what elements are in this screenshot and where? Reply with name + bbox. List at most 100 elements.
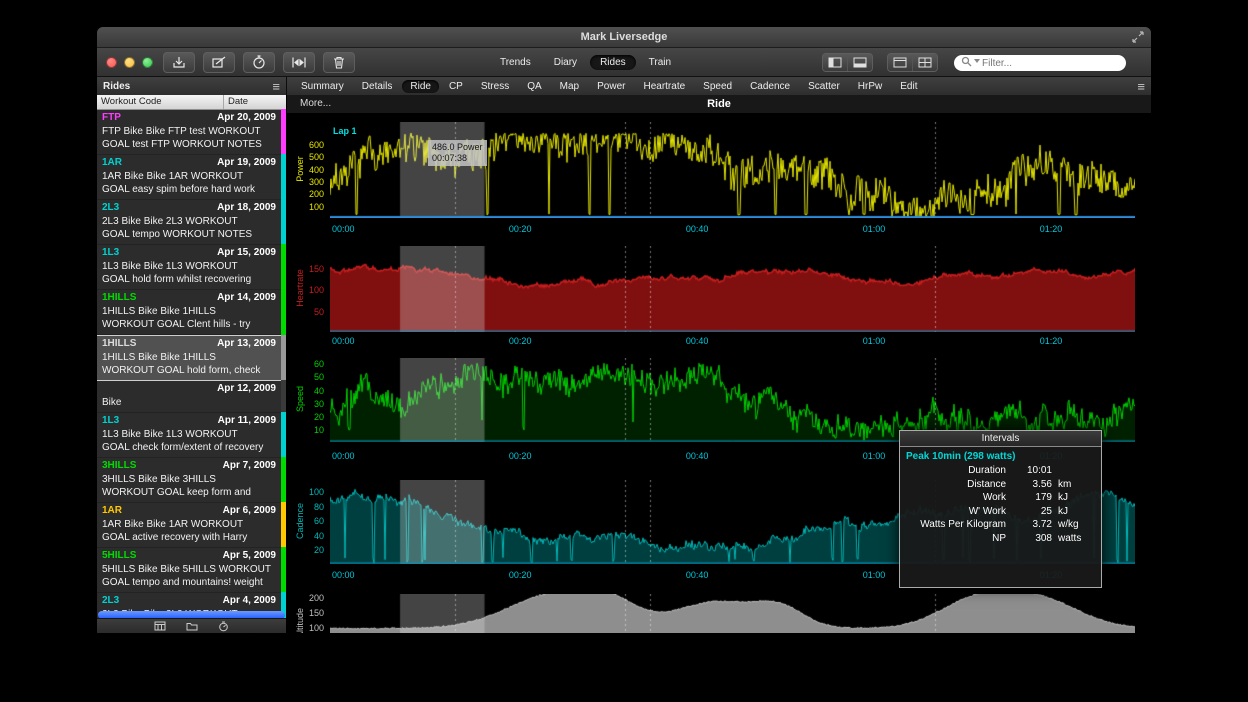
close-button[interactable] xyxy=(106,57,117,68)
chart-title-bar: More... Ride xyxy=(287,95,1151,113)
list-item[interactable]: 1L3Apr 11, 20091L3 Bike Bike 1L3 WORKOUT… xyxy=(97,413,286,458)
ride-tab-summary[interactable]: Summary xyxy=(293,80,352,93)
list-item[interactable]: 1HILLSApr 14, 20091HILLS Bike Bike 1HILL… xyxy=(97,290,286,335)
list-item[interactable]: 3HILLSApr 7, 20093HILLS Bike Bike 3HILLS… xyxy=(97,458,286,503)
ride-description: 1L3 Bike Bike 1L3 WORKOUT xyxy=(102,260,276,273)
list-item[interactable]: 1ARApr 19, 20091AR Bike Bike 1AR WORKOUT… xyxy=(97,155,286,200)
single-view-button[interactable] xyxy=(888,54,912,71)
ride-tab-cp[interactable]: CP xyxy=(441,80,471,93)
ride-tab-map[interactable]: Map xyxy=(552,80,587,93)
calendar-icon[interactable] xyxy=(154,621,166,631)
sidebar-toggle-group xyxy=(822,53,873,72)
column-date[interactable]: Date xyxy=(224,95,286,109)
list-column-header[interactable]: Workout Code Date xyxy=(97,95,286,110)
interval-metric-row: NP308watts xyxy=(900,532,1101,546)
search-icon xyxy=(961,56,972,67)
ride-tab-edit[interactable]: Edit xyxy=(892,80,925,93)
column-workout-code[interactable]: Workout Code xyxy=(97,95,224,109)
ride-tab-stress[interactable]: Stress xyxy=(473,80,517,93)
time-axis-tick: 01:00 xyxy=(863,336,886,346)
tab-train[interactable]: Train xyxy=(639,55,681,70)
ride-date: Apr 6, 2009 xyxy=(223,505,276,518)
ride-tab-power[interactable]: Power xyxy=(589,80,633,93)
altitude-chart[interactable] xyxy=(330,594,1135,633)
ride-color-strip xyxy=(281,199,286,245)
workout-code: 5HILLS xyxy=(102,550,136,563)
more-button[interactable]: More... xyxy=(300,98,331,109)
save-button[interactable] xyxy=(163,52,195,73)
ride-tab-cadence[interactable]: Cadence xyxy=(742,80,798,93)
sidebar-menu-icon[interactable]: ≡ xyxy=(272,81,280,93)
cursor-tooltip: 486.0 Power 00:07:38 xyxy=(428,140,487,166)
ride-date: Apr 7, 2009 xyxy=(223,460,276,473)
workout-code: 2L3 xyxy=(102,202,119,215)
ride-date: Apr 14, 2009 xyxy=(217,292,276,305)
cadence-ytick: 100 xyxy=(291,487,324,497)
intervals-popup[interactable]: Intervals Peak 10min (298 watts) Duratio… xyxy=(899,430,1102,588)
speed-ytick: 10 xyxy=(291,425,324,435)
window-titlebar[interactable]: Mark Liversedge xyxy=(97,27,1151,48)
workout-code: 1AR xyxy=(102,505,122,518)
tab-trends[interactable]: Trends xyxy=(490,55,541,70)
ride-tab-ride[interactable]: Ride xyxy=(402,80,439,93)
time-axis-tick: 00:20 xyxy=(509,336,532,346)
ride-color-strip xyxy=(281,154,286,200)
ride-tab-heartrate[interactable]: Heartrate xyxy=(635,80,693,93)
ride-description: 1HILLS Bike Bike 1HILLS xyxy=(102,305,276,318)
time-axis-tick: 00:20 xyxy=(509,570,532,580)
ride-color-strip xyxy=(281,380,286,413)
interval-metric-row: W' Work25kJ xyxy=(900,505,1101,519)
ride-tab-scatter[interactable]: Scatter xyxy=(800,80,848,93)
delete-button[interactable] xyxy=(323,52,355,73)
ride-tab-hrpw[interactable]: HrPw xyxy=(850,80,890,93)
time-axis-tick: 00:00 xyxy=(332,451,355,461)
altitude-ytick: 150 xyxy=(291,608,324,618)
sidebar-bottom-toolbar xyxy=(97,618,286,633)
speed-ytick: 30 xyxy=(291,399,324,409)
traffic-lights xyxy=(106,57,153,68)
time-axis-tick: 01:20 xyxy=(1040,224,1063,234)
intervals-popup-title[interactable]: Intervals xyxy=(900,431,1101,447)
minimize-button[interactable] xyxy=(124,57,135,68)
list-item[interactable]: 1HILLSApr 13, 20091HILLS Bike Bike 1HILL… xyxy=(97,335,286,381)
intervals-button[interactable] xyxy=(283,52,315,73)
ride-tabs-bar: SummaryDetailsRideCPStressQAMapPowerHear… xyxy=(287,77,1151,96)
ride-description: FTP Bike Bike FTP test WORKOUT xyxy=(102,125,276,138)
stopwatch-button[interactable] xyxy=(243,52,275,73)
power-ytick: 300 xyxy=(291,177,324,187)
toggle-bottom-panel-button[interactable] xyxy=(847,54,872,71)
list-item[interactable]: 5HILLSApr 5, 20095HILLS Bike Bike 5HILLS… xyxy=(97,548,286,593)
list-item[interactable]: FTPApr 20, 2009FTP Bike Bike FTP test WO… xyxy=(97,110,286,155)
clock-icon[interactable] xyxy=(218,621,229,632)
zoom-button[interactable] xyxy=(142,57,153,68)
chart-menu-icon[interactable]: ≡ xyxy=(1137,81,1145,93)
ride-description: 1AR Bike Bike 1AR WORKOUT xyxy=(102,518,276,531)
power-ytick: 200 xyxy=(291,189,324,199)
ride-tab-speed[interactable]: Speed xyxy=(695,80,740,93)
list-item[interactable]: 1L3Apr 15, 20091L3 Bike Bike 1L3 WORKOUT… xyxy=(97,245,286,290)
list-item[interactable]: 2L3Apr 18, 20092L3 Bike Bike 2L3 WORKOUT… xyxy=(97,200,286,245)
window-title: Mark Liversedge xyxy=(581,31,668,43)
folder-icon[interactable] xyxy=(186,621,198,631)
power-chart[interactable] xyxy=(330,122,1135,218)
sidebar-title: Rides xyxy=(103,81,272,92)
edit-button[interactable] xyxy=(203,52,235,73)
list-item[interactable]: Apr 12, 2009Bike xyxy=(97,381,286,413)
tab-rides[interactable]: Rides xyxy=(590,55,636,70)
ride-description: GOAL easy spim before hard work xyxy=(102,183,276,196)
ride-tab-details[interactable]: Details xyxy=(354,80,401,93)
workout-code: 1L3 xyxy=(102,247,119,260)
power-ytick: 600 xyxy=(291,140,324,150)
toggle-left-sidebar-button[interactable] xyxy=(823,54,847,71)
speed-ytick: 40 xyxy=(291,386,324,396)
tiled-pane-icon xyxy=(918,57,932,68)
ride-color-strip xyxy=(281,109,286,155)
heartrate-chart[interactable] xyxy=(330,246,1135,332)
tab-diary[interactable]: Diary xyxy=(544,55,587,70)
fullscreen-icon[interactable] xyxy=(1132,31,1144,43)
tiled-view-button[interactable] xyxy=(912,54,937,71)
ride-tab-qa[interactable]: QA xyxy=(519,80,549,93)
interval-metric-row: Work179kJ xyxy=(900,491,1101,505)
list-item[interactable]: 1ARApr 6, 20091AR Bike Bike 1AR WORKOUTG… xyxy=(97,503,286,548)
intervals-rows: Duration10:01Distance3.56kmWork179kJW' W… xyxy=(900,464,1101,545)
